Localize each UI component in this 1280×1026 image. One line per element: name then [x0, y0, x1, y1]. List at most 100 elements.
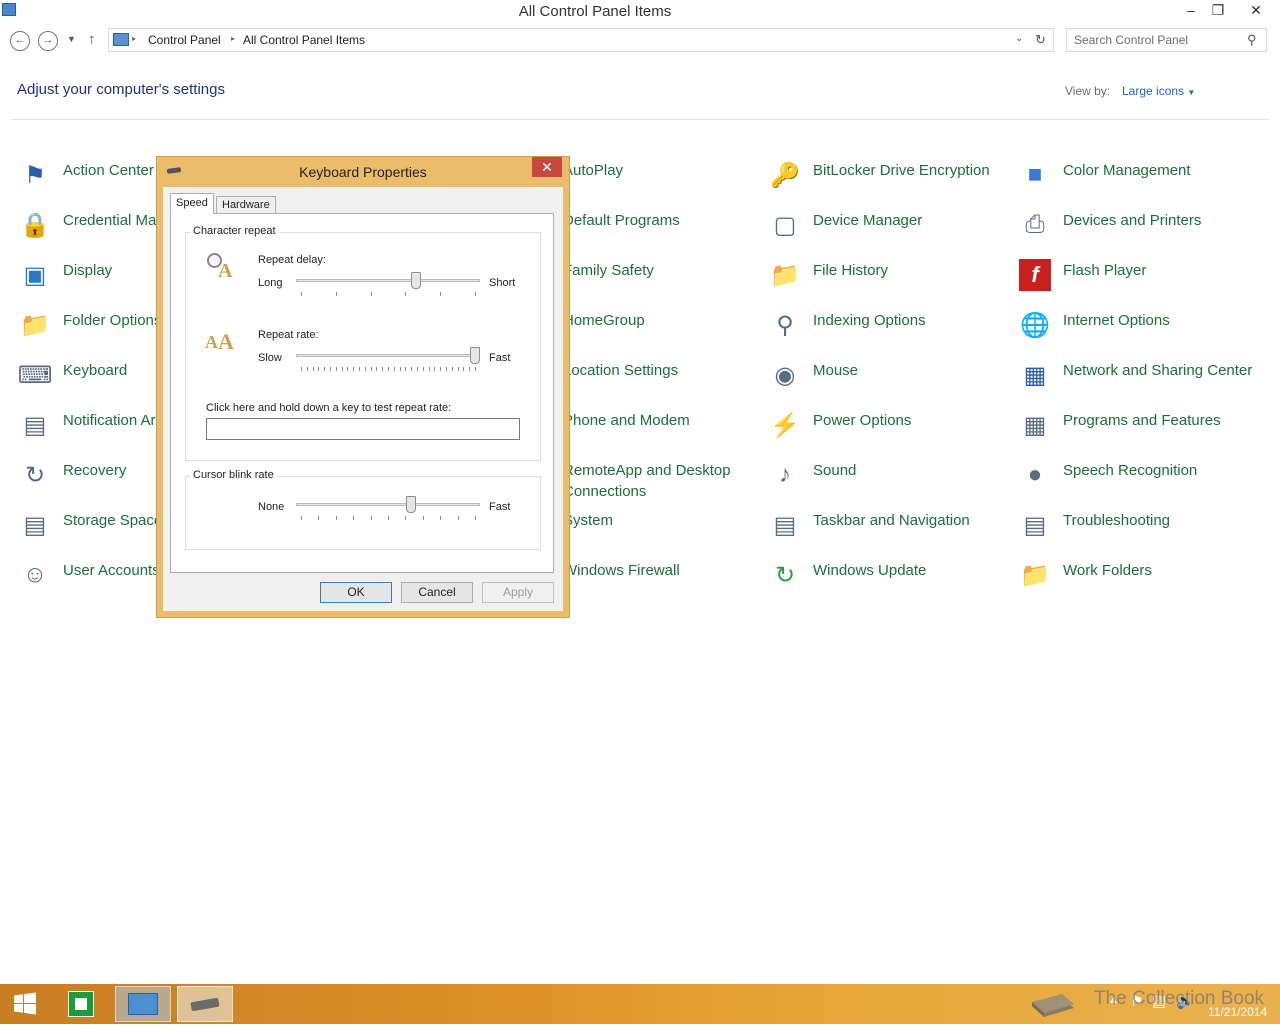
windows-logo-icon — [14, 992, 36, 1015]
cp-item-programs-and-features[interactable]: ▦ Programs and Features — [1018, 406, 1258, 452]
storage-spaces-icon: ▤ — [23, 511, 47, 539]
cp-item-bitlocker-drive-encryption[interactable]: 🔑 BitLocker Drive Encryption — [768, 156, 1008, 202]
cp-item-speech-recognition[interactable]: ● Speech Recognition — [1018, 456, 1258, 502]
speech-recognition-icon: ● — [1027, 461, 1043, 488]
control-panel-taskbar-button[interactable] — [115, 986, 171, 1022]
repeat-delay-label: Repeat delay: — [258, 254, 326, 266]
back-button[interactable]: ← — [10, 31, 30, 51]
chevron-down-icon[interactable]: ⌄ — [1015, 33, 1023, 44]
slider-tick — [336, 292, 337, 296]
cp-item-work-folders[interactable]: 📁 Work Folders — [1018, 556, 1258, 602]
slider-tick — [411, 367, 412, 371]
slider-tick — [318, 367, 319, 371]
slider-tick — [440, 367, 441, 371]
network-and-sharing-center-icon: ▦ — [1023, 361, 1047, 389]
recent-locations-button[interactable]: ▼ — [67, 34, 76, 44]
slider-tick — [440, 292, 441, 296]
slider-tick — [394, 367, 395, 371]
slider-tick — [405, 516, 406, 520]
search-input[interactable]: Search Control Panel ⚲ — [1066, 28, 1267, 52]
device-manager-icon: ▢ — [773, 211, 797, 239]
cp-item-internet-options[interactable]: 🌐 Internet Options — [1018, 306, 1258, 352]
minimize-button[interactable]: – — [1176, 0, 1206, 22]
cp-item-label: Internet Options — [1063, 312, 1170, 329]
slider-tick — [376, 367, 377, 371]
cp-item-windows-update[interactable]: ↻ Windows Update — [768, 556, 1008, 602]
troubleshooting-icon: ▤ — [1023, 511, 1047, 539]
slider-tick — [417, 367, 418, 371]
cp-item-label: Speech Recognition — [1063, 462, 1198, 479]
slider-tick — [429, 367, 430, 371]
cp-item-network-and-sharing-center[interactable]: ▦ Network and Sharing Center — [1018, 356, 1258, 402]
cp-item-flash-player[interactable]: f Flash Player — [1018, 256, 1258, 302]
slider-tick — [301, 292, 302, 296]
arrow-right-icon: → — [42, 34, 54, 46]
cp-item-taskbar-and-navigation[interactable]: ▤ Taskbar and Navigation — [768, 506, 1008, 552]
cp-item-file-history[interactable]: 📁 File History — [768, 256, 1008, 302]
cp-item-label: Mouse — [813, 362, 859, 379]
forward-button[interactable]: → — [38, 31, 58, 51]
color-management-icon: ■ — [1027, 161, 1043, 188]
test-repeat-input[interactable] — [206, 418, 520, 440]
restore-button[interactable]: ❐ — [1203, 0, 1233, 22]
cp-item-devices-and-printers[interactable]: ⎙ Devices and Printers — [1018, 206, 1258, 252]
slider-tick — [475, 292, 476, 296]
cursor-blink-slider[interactable] — [296, 496, 480, 524]
cp-item-label: Phone and Modem — [563, 412, 690, 429]
slider-tick — [336, 367, 337, 371]
apply-button[interactable]: Apply — [482, 582, 554, 603]
tab-hardware[interactable]: Hardware — [216, 196, 276, 214]
cursor-blink-label: Cursor blink rate — [190, 469, 277, 481]
start-button[interactable] — [0, 986, 50, 1022]
work-folders-icon: 📁 — [1020, 561, 1050, 589]
breadcrumb-all-items[interactable]: All Control Panel Items — [243, 33, 365, 47]
slider-tick — [301, 516, 302, 520]
view-by-dropdown[interactable]: Large icons ▼ — [1122, 84, 1195, 98]
slider-tick — [359, 367, 360, 371]
slider-tick — [318, 516, 319, 520]
slider-thumb[interactable] — [411, 272, 421, 289]
taskbar: ▲ ⚑ ▤ 🔈 11/21/2014 — [0, 984, 1280, 1024]
search-icon[interactable]: ⚲ — [1247, 32, 1257, 48]
cp-item-mouse[interactable]: ◉ Mouse — [768, 356, 1008, 402]
slider-tick — [400, 367, 401, 371]
slider-thumb[interactable] — [470, 347, 480, 364]
cp-item-label: Network and Sharing Center — [1063, 362, 1253, 379]
keyboard-icon: ⌨ — [17, 361, 53, 389]
cp-item-label: File History — [813, 262, 889, 279]
cp-item-label: Flash Player — [1063, 262, 1147, 279]
cp-item-power-options[interactable]: ⚡ Power Options — [768, 406, 1008, 452]
repeat-rate-slider[interactable] — [296, 347, 480, 375]
slider-tick — [446, 367, 447, 371]
address-bar[interactable]: ▸ Control Panel ▸ All Control Panel Item… — [108, 28, 1054, 52]
title-bar: All Control Panel Items – ❐ ✕ — [0, 0, 1280, 24]
windows-update-icon: ↻ — [774, 561, 796, 589]
cancel-button[interactable]: Cancel — [401, 582, 473, 603]
cp-item-device-manager[interactable]: ▢ Device Manager — [768, 206, 1008, 252]
slider-thumb[interactable] — [406, 496, 416, 513]
search-placeholder: Search Control Panel — [1074, 33, 1189, 47]
repeat-delay-slider[interactable] — [296, 272, 480, 300]
close-button[interactable]: ✕ — [1238, 0, 1274, 22]
folder-options-icon: 📁 — [20, 311, 50, 339]
ok-button[interactable]: OK — [320, 582, 392, 603]
cp-item-troubleshooting[interactable]: ▤ Troubleshooting — [1018, 506, 1258, 552]
slider-tick — [423, 516, 424, 520]
cp-item-label: Device Manager — [813, 212, 923, 229]
refresh-icon[interactable]: ↻ — [1035, 32, 1046, 48]
slider-tick — [353, 367, 354, 371]
cp-item-sound[interactable]: ♪ Sound — [768, 456, 1008, 502]
dialog-close-button[interactable]: ✕ — [532, 157, 562, 177]
dialog-body: Speed Hardware Character repeat A Repeat… — [163, 187, 563, 611]
store-taskbar-button[interactable] — [53, 986, 109, 1022]
cp-item-indexing-options[interactable]: ⚲ Indexing Options — [768, 306, 1008, 352]
slider-tick — [388, 516, 389, 520]
cp-item-color-management[interactable]: ■ Color Management — [1018, 156, 1258, 202]
up-button[interactable]: ↑ — [88, 31, 96, 48]
breadcrumb-control-panel[interactable]: Control Panel — [148, 33, 221, 47]
slider-tick — [452, 367, 453, 371]
keyboard-taskbar-button[interactable] — [177, 986, 233, 1022]
slider-tick — [405, 292, 406, 296]
tab-speed[interactable]: Speed — [170, 193, 214, 214]
cp-item-label: Location Settings — [563, 362, 679, 379]
